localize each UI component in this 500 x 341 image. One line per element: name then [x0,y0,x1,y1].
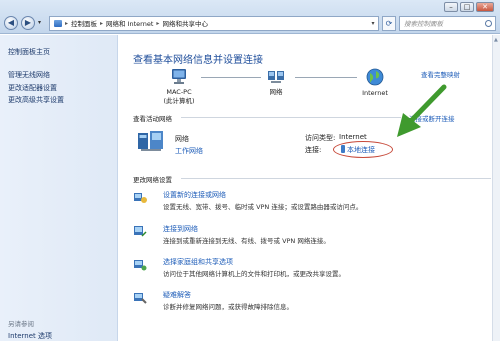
network-type-link[interactable]: 工作网络 [175,146,203,156]
computer-subtitle: (此计算机) [163,97,195,105]
breadcrumb-network-sharing-center[interactable]: 网络和共享中心 [162,18,208,28]
back-button[interactable]: ◀ [4,16,18,30]
connect-network-icon [134,226,147,237]
task-title[interactable]: 选择家庭组和共享选项 [163,257,233,267]
task-title[interactable]: 疑难解答 [163,290,191,300]
network-icon [268,71,284,83]
sidebar-item-internet-options[interactable]: Internet 选项 [8,331,52,341]
breadcrumb-separator-icon: ▸ [100,19,104,27]
control-panel-icon [54,19,62,27]
globe-icon [366,68,384,86]
title-bar: – □ ✕ ◀ ▶ ▾ ▸ 控制面板 ▸ 网络和 Internet ▸ 网络和共… [0,0,500,34]
computer-name: MAC-PC [166,88,192,96]
navigation-bar: ◀ ▶ ▾ ▸ 控制面板 ▸ 网络和 Internet ▸ 网络和共享中心 ▾ … [4,14,496,32]
network-node-label: 网络 [269,88,283,96]
sidebar-home-link[interactable]: 控制面板主页 [8,47,50,57]
change-settings-heading: 更改网络设置 [133,176,172,184]
sidebar: 控制面板主页 管理无线网络 更改适配器设置 更改高级共享设置 另请参阅 Inte… [0,35,118,341]
maximize-button[interactable]: □ [460,2,474,12]
work-network-icon[interactable] [137,129,167,153]
computer-node: MAC-PC (此计算机) [157,68,201,106]
section-divider [181,178,491,179]
forward-button[interactable]: ▶ [21,16,35,30]
access-type-label: 访问类型: [305,134,336,142]
task-description: 访问位于其他网络计算机上的文件和打印机，或更改共享设置。 [163,270,345,278]
task-description: 诊断并修复网络问题，或获得故障排除信息。 [163,303,293,311]
search-icon[interactable] [485,19,492,27]
refresh-button[interactable]: ⟳ [382,15,396,31]
sidebar-links: 管理无线网络 更改适配器设置 更改高级共享设置 [8,69,64,107]
section-divider [181,117,401,118]
sidebar-item-adapter-settings[interactable]: 更改适配器设置 [8,82,64,95]
active-network-name: 网络 [175,135,189,143]
address-bar[interactable]: ▸ 控制面板 ▸ 网络和 Internet ▸ 网络和共享中心 ▾ [49,15,379,31]
network-setup-icon [134,193,147,203]
connections-label: 连接: [305,146,322,154]
sidebar-item-manage-wireless[interactable]: 管理无线网络 [8,69,64,82]
task-description: 设置无线、宽带、拨号、临时或 VPN 连接；或设置路由器或访问点。 [163,203,363,211]
breadcrumb-separator-icon: ▸ [65,19,69,27]
search-input[interactable]: 搜索控制面板 [399,15,496,31]
map-connector [295,77,357,78]
minimize-button[interactable]: – [444,2,458,12]
address-dropdown-icon[interactable]: ▾ [368,20,378,27]
task-description: 连接到或重新连接到无线、有线、拨号或 VPN 网络连接。 [163,237,330,245]
access-type-value: Internet [339,133,367,141]
map-connector [201,77,261,78]
highlight-ellipse [333,141,393,158]
homegroup-icon [134,260,147,271]
task-title[interactable]: 设置新的连接或网络 [163,190,226,200]
view-full-map-link[interactable]: 查看完整映射 [421,69,460,79]
sidebar-item-advanced-sharing[interactable]: 更改高级共享设置 [8,94,64,107]
network-node: 网络 [259,68,293,97]
main-content: 查看基本网络信息并设置连接 查看完整映射 MAC-PC (此计算机) 网络 In… [119,35,500,341]
task-title[interactable]: 连接到网络 [163,224,198,234]
breadcrumb-separator-icon: ▸ [156,19,160,27]
annotation-arrow-icon [397,84,447,137]
breadcrumb-network-internet[interactable]: 网络和 Internet [106,18,153,28]
page-title: 查看基本网络信息并设置连接 [133,55,263,66]
window-controls: – □ ✕ [444,2,494,12]
see-also-heading: 另请参阅 [8,320,34,328]
scrollbar[interactable]: ▲ [492,35,500,341]
active-networks-heading: 查看活动网络 [133,115,172,123]
computer-icon [172,69,186,84]
close-button[interactable]: ✕ [476,2,494,12]
scroll-up-icon[interactable]: ▲ [494,37,499,43]
history-dropdown-icon[interactable]: ▾ [38,16,46,30]
breadcrumb-control-panel[interactable]: 控制面板 [71,18,97,28]
search-placeholder: 搜索控制面板 [404,20,443,28]
troubleshoot-icon [134,293,147,304]
